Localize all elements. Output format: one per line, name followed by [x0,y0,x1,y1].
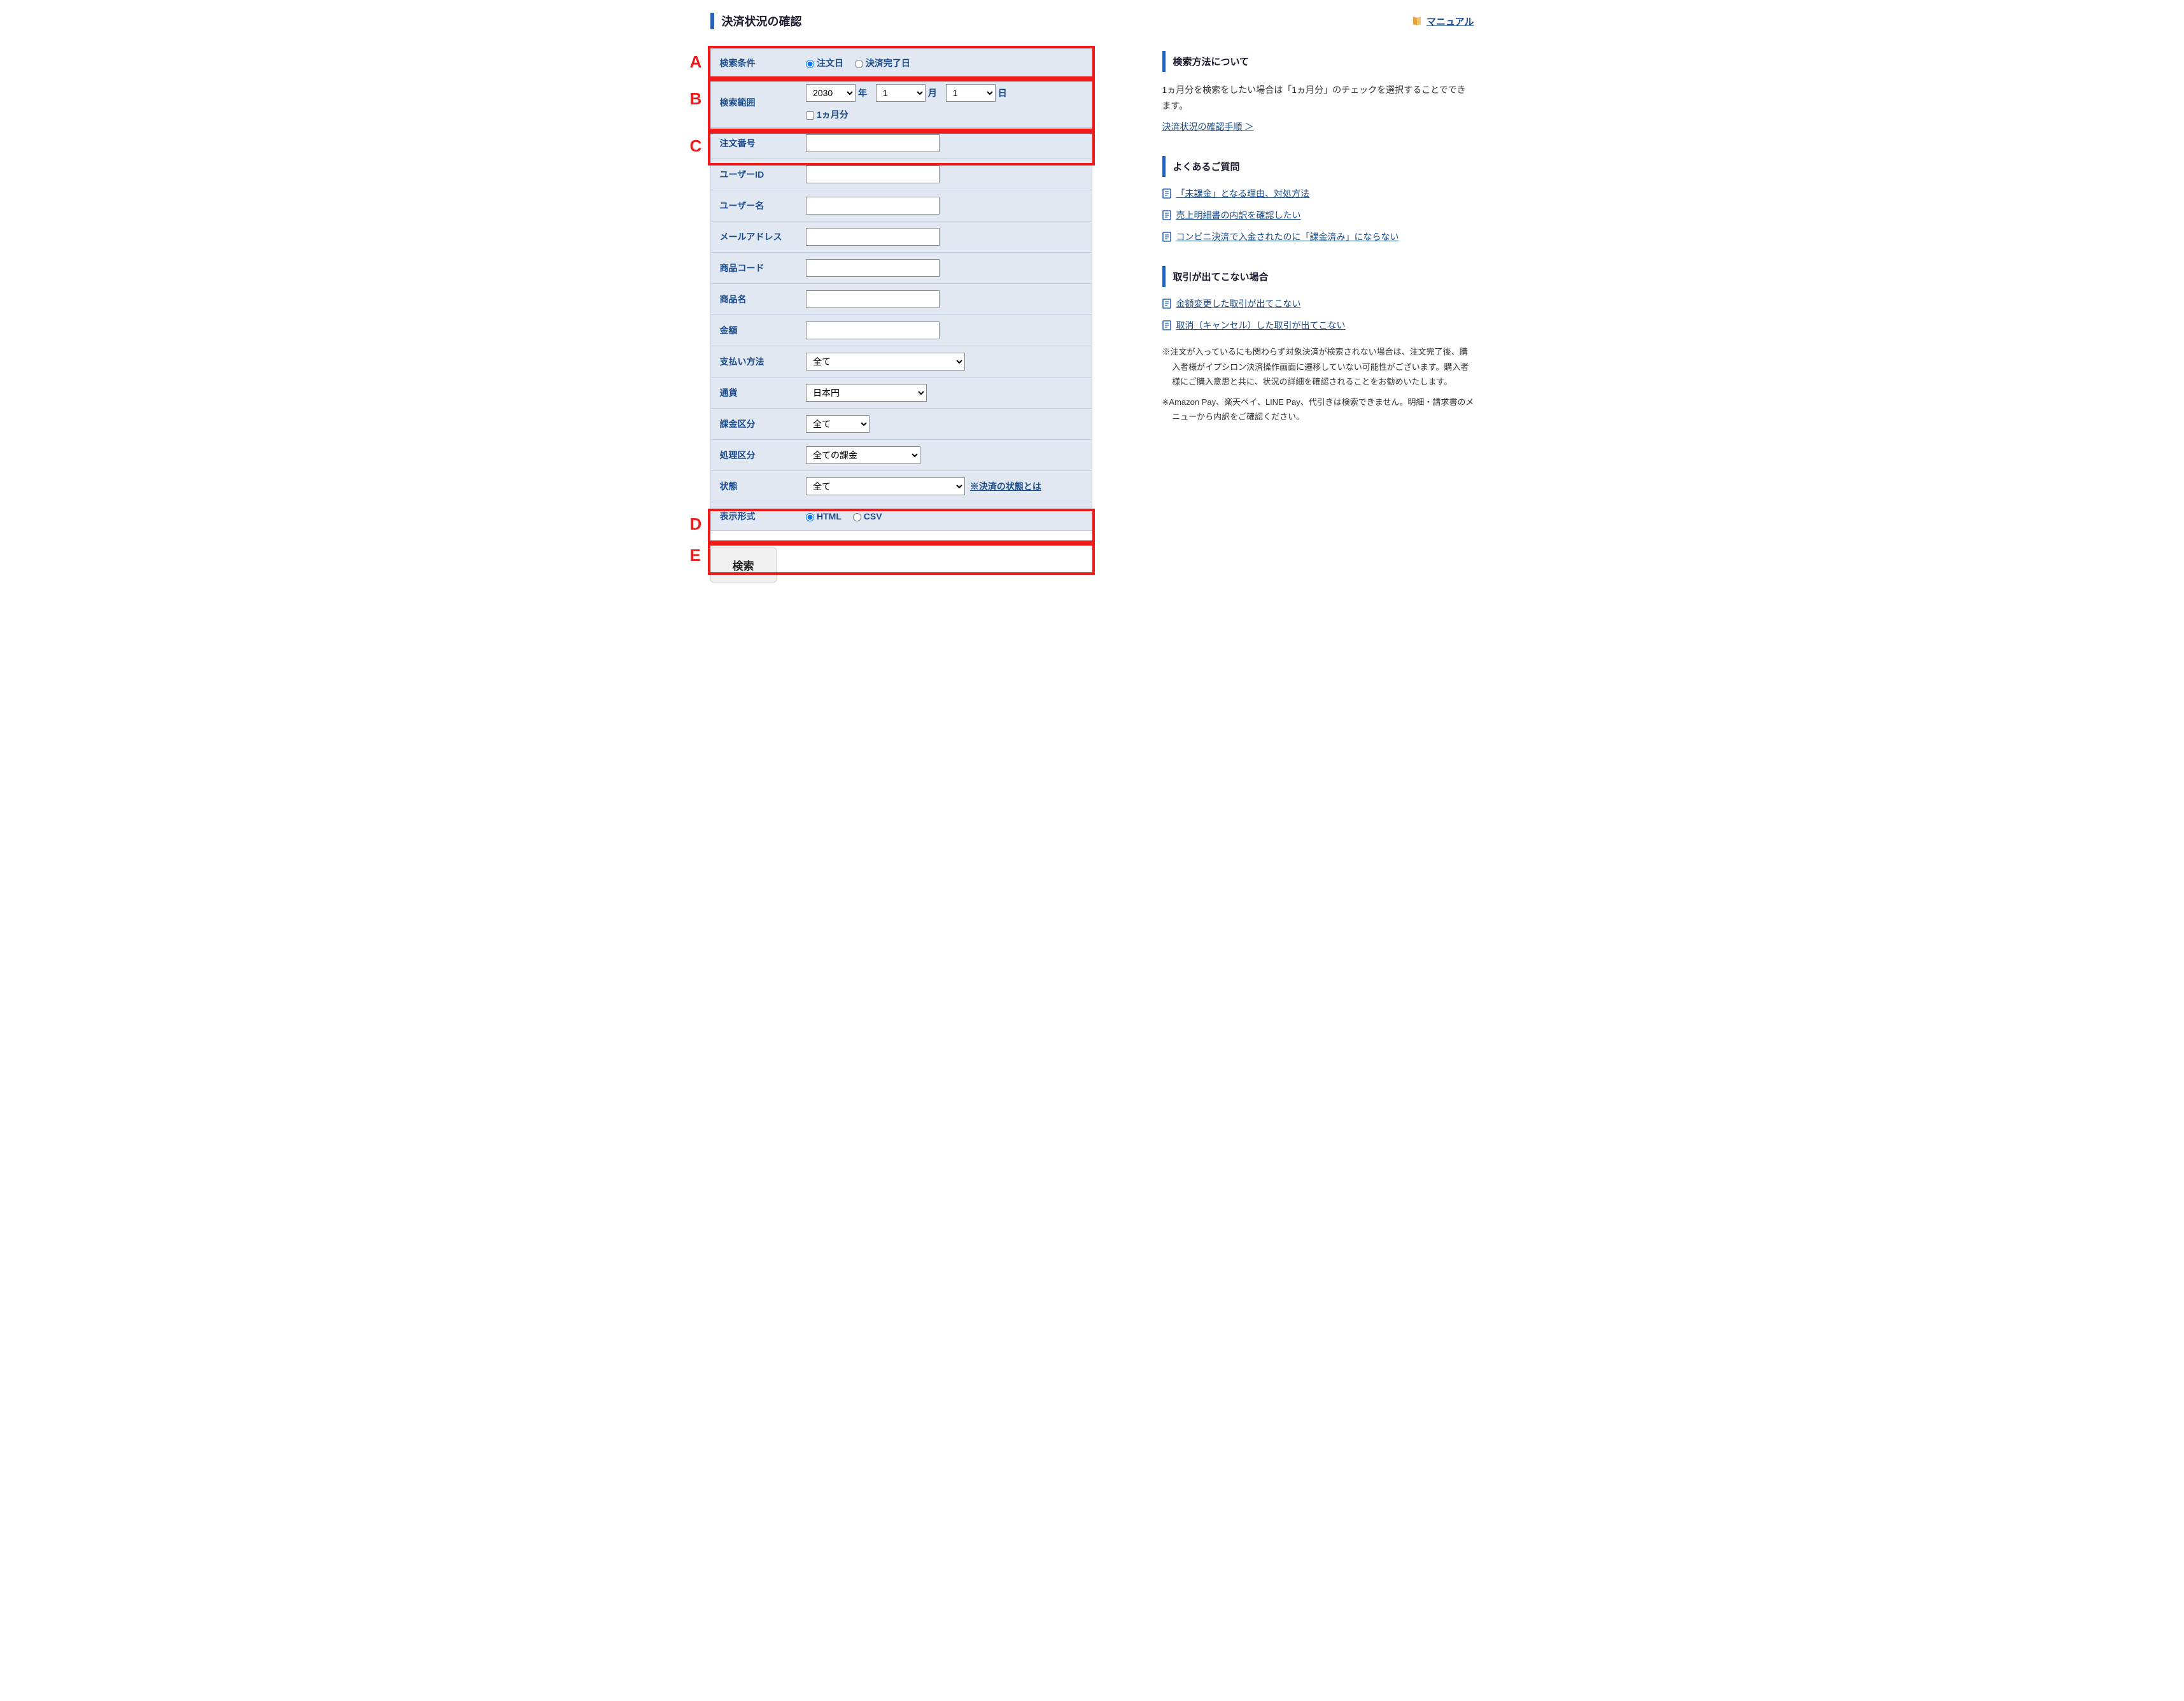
display-format-label: 表示形式 [710,502,800,531]
note-1: ※注文が入っているにも関わらず対象決済が検索されない場合は、注文完了後、購入者様… [1162,344,1474,389]
list-item: 金額変更した取引が出てこない [1162,297,1474,310]
list-item: 「未課金」となる理由、対処方法 [1162,187,1474,200]
search-method-text: 1ヵ月分を検索をしたい場合は「1ヵ月分」のチェックを選択することでできます。 [1162,82,1474,114]
section-title-search-method: 検索方法について [1162,51,1474,72]
document-icon [1162,320,1171,330]
manual-link[interactable]: マニュアル [1411,15,1474,28]
amount-input[interactable] [806,321,940,339]
faq-link-3[interactable]: コンビニ決済で入金されたのに「課金済み」にならない [1176,230,1399,243]
radio-csv[interactable]: CSV [853,511,882,521]
radio-settle-date[interactable]: 決済完了日 [855,58,910,68]
user-name-label: ユーザー名 [710,190,800,222]
manual-link-label: マニュアル [1427,15,1474,28]
day-unit: 日 [998,88,1007,98]
marker-a: A [690,52,702,72]
process-category-label: 処理区分 [710,440,800,471]
payment-method-label: 支払い方法 [710,346,800,378]
status-select[interactable]: 全て [806,477,965,495]
order-number-input[interactable] [806,134,940,152]
notes-block: ※注文が入っているにも関わらず対象決済が検索されない場合は、注文完了後、購入者様… [1162,344,1474,424]
faq-list: 「未課金」となる理由、対処方法 売上明細書の内訳を確認したい コンビニ決済で入金… [1162,187,1474,243]
charge-category-label: 課金区分 [710,409,800,440]
marker-b: B [690,89,702,109]
payment-method-select[interactable]: 全て [806,353,965,371]
notfound-list: 金額変更した取引が出てこない 取消（キャンセル）した取引が出てこない [1162,297,1474,332]
search-form-table: 検索条件 注文日 決済完了日 検索範囲 2030年 1月 1日 [710,48,1092,531]
email-input[interactable] [806,228,940,246]
list-item: 売上明細書の内訳を確認したい [1162,209,1474,222]
charge-category-select[interactable]: 全て [806,415,870,433]
notfound-link-1[interactable]: 金額変更した取引が出てこない [1176,297,1301,310]
page-title: 決済状況の確認 [710,13,802,29]
status-hint-link[interactable]: ※決済の状態とは [970,481,1041,491]
document-icon [1162,299,1171,309]
search-range-label: 検索範囲 [710,78,800,128]
product-code-input[interactable] [806,259,940,277]
order-number-label: 注文番号 [710,128,800,159]
month-unit: 月 [928,88,937,98]
book-icon [1411,15,1423,27]
amount-label: 金額 [710,315,800,346]
search-condition-label: 検索条件 [710,49,800,78]
user-name-input[interactable] [806,197,940,215]
section-title-faq: よくあるご質問 [1162,156,1474,177]
document-icon [1162,188,1171,199]
note-2: ※Amazon Pay、楽天ペイ、LINE Pay、代引きは検索できません。明細… [1162,395,1474,425]
day-select[interactable]: 1 [946,84,996,102]
process-category-select[interactable]: 全ての課金 [806,446,920,464]
month-select[interactable]: 1 [876,84,926,102]
document-icon [1162,232,1171,242]
radio-order-date[interactable]: 注文日 [806,58,843,68]
search-button[interactable]: 検索 [710,547,777,582]
list-item: 取消（キャンセル）した取引が出てこない [1162,319,1474,332]
status-label: 状態 [710,471,800,502]
faq-link-2[interactable]: 売上明細書の内訳を確認したい [1176,209,1301,222]
search-procedure-link[interactable]: 決済状況の確認手順 ＞ [1162,122,1254,132]
faq-link-1[interactable]: 「未課金」となる理由、対処方法 [1176,187,1310,200]
email-label: メールアドレス [710,222,800,253]
notfound-link-2[interactable]: 取消（キャンセル）した取引が出てこない [1176,319,1346,332]
marker-c: C [690,136,702,156]
document-icon [1162,210,1171,220]
user-id-input[interactable] [806,166,940,183]
radio-html[interactable]: HTML [806,511,842,521]
marker-d: D [690,514,702,534]
currency-label: 通貨 [710,378,800,409]
section-title-notfound: 取引が出てこない場合 [1162,266,1474,287]
list-item: コンビニ決済で入金されたのに「課金済み」にならない [1162,230,1474,243]
year-select[interactable]: 2030 [806,84,856,102]
one-month-checkbox[interactable]: 1ヵ月分 [806,109,849,120]
marker-e: E [690,546,701,565]
product-code-label: 商品コード [710,253,800,284]
product-name-label: 商品名 [710,284,800,315]
product-name-input[interactable] [806,290,940,308]
user-id-label: ユーザーID [710,159,800,190]
currency-select[interactable]: 日本円 [806,384,927,402]
year-unit: 年 [858,88,867,98]
